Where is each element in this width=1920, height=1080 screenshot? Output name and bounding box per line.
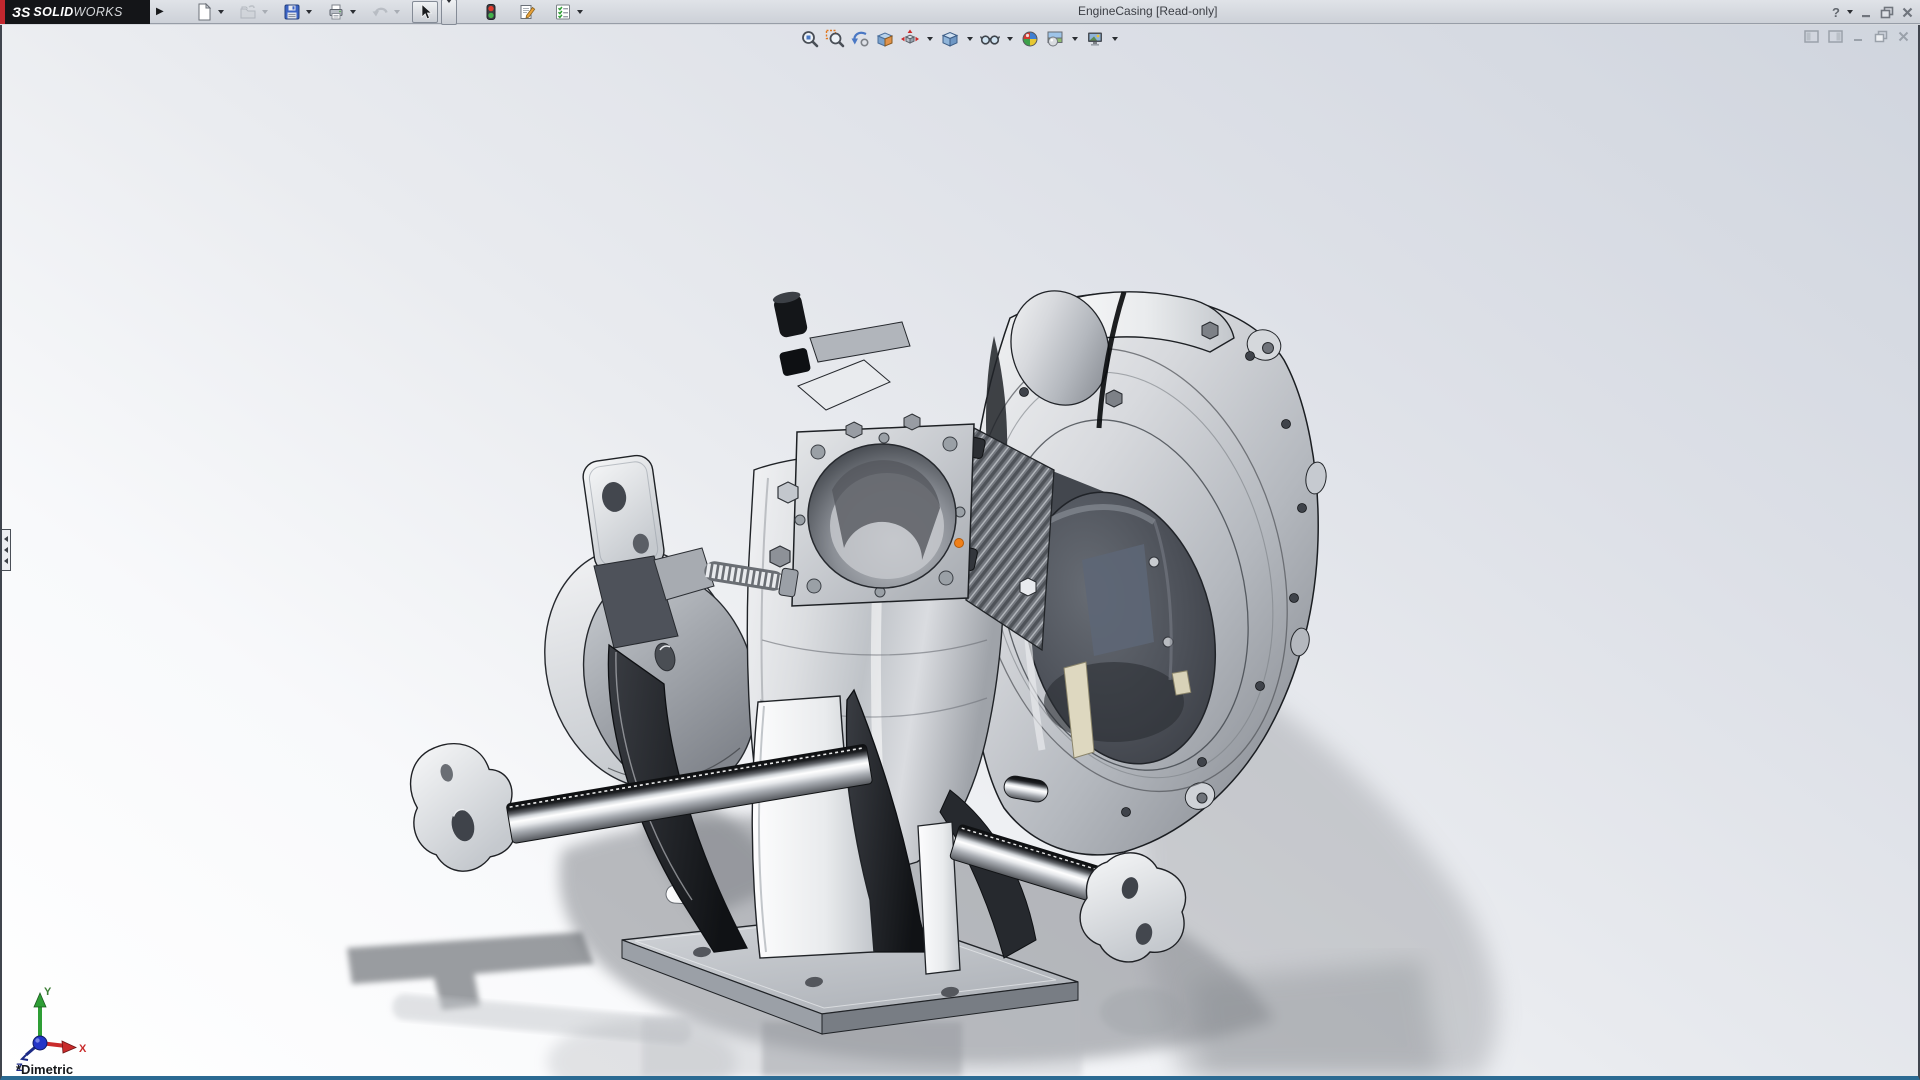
select-button[interactable] <box>412 1 438 23</box>
document-minimize-button[interactable] <box>1852 30 1865 43</box>
hide-show-items-dropdown[interactable] <box>1007 37 1013 41</box>
open-dropdown <box>262 10 268 14</box>
display-style-button[interactable] <box>939 28 961 50</box>
traffic-light-icon <box>482 3 500 21</box>
print-dropdown[interactable] <box>350 10 356 14</box>
save-button[interactable] <box>280 2 304 22</box>
rebuild-traffic-light-button[interactable] <box>479 2 503 22</box>
pane-left-icon[interactable] <box>1804 30 1819 43</box>
window-controls: ? <box>1832 0 1914 24</box>
collapse-arrow-icon <box>4 558 8 564</box>
options-button[interactable] <box>551 2 575 22</box>
hide-show-items-button[interactable] <box>979 28 1001 50</box>
engine-casing-3d-scene[interactable] <box>2 25 1918 1076</box>
section-view-button[interactable] <box>874 28 896 50</box>
menu-expand-arrow-icon[interactable]: ▶ <box>156 6 164 17</box>
bore-plate-part[interactable] <box>770 424 974 606</box>
feature-tree-collapsed-tab[interactable] <box>2 529 11 571</box>
previous-view-icon <box>850 29 870 49</box>
collapse-arrow-icon <box>4 536 8 542</box>
pane-right-icon[interactable] <box>1828 30 1843 43</box>
graphics-viewport[interactable]: Y X Z *Dimetric <box>0 25 1920 1080</box>
logo-text-works: WORKS <box>74 5 123 19</box>
document-close-button[interactable] <box>1897 30 1910 43</box>
apply-scene-icon <box>1045 29 1065 49</box>
logo-glyph: ЗS <box>12 4 30 20</box>
zoom-to-fit-icon <box>800 29 820 49</box>
collapse-arrow-icon <box>4 547 8 553</box>
document-window-controls <box>1804 30 1910 43</box>
print-icon <box>327 3 345 21</box>
logo-text-solid: SOLID <box>33 5 73 19</box>
zoom-to-area-button[interactable] <box>824 28 846 50</box>
top-fittings-part[interactable] <box>772 290 920 438</box>
view-settings-monitor-icon <box>1085 29 1105 49</box>
triad-x-label: X <box>79 1043 87 1055</box>
triad-y-label: Y <box>44 986 52 998</box>
document-restore-button[interactable] <box>1874 30 1888 43</box>
apply-scene-button[interactable] <box>1044 28 1066 50</box>
select-dropdown[interactable] <box>441 0 457 25</box>
view-settings-button[interactable] <box>1084 28 1106 50</box>
undo-icon <box>371 3 389 21</box>
solidworks-logo: ЗS SOLID WORKS <box>0 0 150 24</box>
options-checklist-icon <box>554 3 572 21</box>
window-close-button[interactable] <box>1901 6 1914 19</box>
previous-view-button[interactable] <box>849 28 871 50</box>
view-orientation-button[interactable] <box>899 28 921 50</box>
new-document-button[interactable] <box>192 2 216 22</box>
section-view-icon <box>875 29 895 49</box>
undo-button[interactable] <box>368 2 392 22</box>
view-settings-dropdown[interactable] <box>1112 37 1118 41</box>
zoom-to-fit-button[interactable] <box>799 28 821 50</box>
file-properties-button[interactable] <box>515 2 539 22</box>
apply-scene-dropdown[interactable] <box>1072 37 1078 41</box>
options-dropdown[interactable] <box>577 10 583 14</box>
save-icon <box>283 3 301 21</box>
window-minimize-button[interactable] <box>1860 6 1873 19</box>
window-title: EngineCasing [Read-only] <box>1078 4 1217 18</box>
open-button[interactable] <box>236 2 260 22</box>
help-dropdown[interactable] <box>1847 10 1853 14</box>
logo-red-strip <box>0 0 5 24</box>
main-toolbar <box>192 0 583 25</box>
file-properties-icon <box>518 3 536 21</box>
new-document-icon <box>195 3 213 21</box>
new-document-dropdown[interactable] <box>218 10 224 14</box>
zoom-to-area-icon <box>825 29 845 49</box>
title-bar: ЗS SOLID WORKS ▶ <box>0 0 1920 24</box>
save-dropdown[interactable] <box>306 10 312 14</box>
edit-appearance-button[interactable] <box>1019 28 1041 50</box>
help-button[interactable]: ? <box>1832 5 1840 20</box>
display-style-dropdown[interactable] <box>967 37 973 41</box>
edit-appearance-sphere-icon <box>1020 29 1040 49</box>
heads-up-view-toolbar <box>799 28 1121 50</box>
view-orientation-icon <box>900 29 920 49</box>
open-icon <box>239 3 257 21</box>
display-style-icon <box>940 29 960 49</box>
hide-show-items-glasses-icon <box>980 29 1000 49</box>
undo-dropdown <box>394 10 400 14</box>
window-restore-button[interactable] <box>1880 6 1894 19</box>
print-button[interactable] <box>324 2 348 22</box>
view-orientation-label: *Dimetric <box>16 1062 73 1077</box>
select-cursor-icon <box>416 3 434 21</box>
selection-marker-dot <box>955 539 964 548</box>
view-orientation-dropdown[interactable] <box>927 37 933 41</box>
